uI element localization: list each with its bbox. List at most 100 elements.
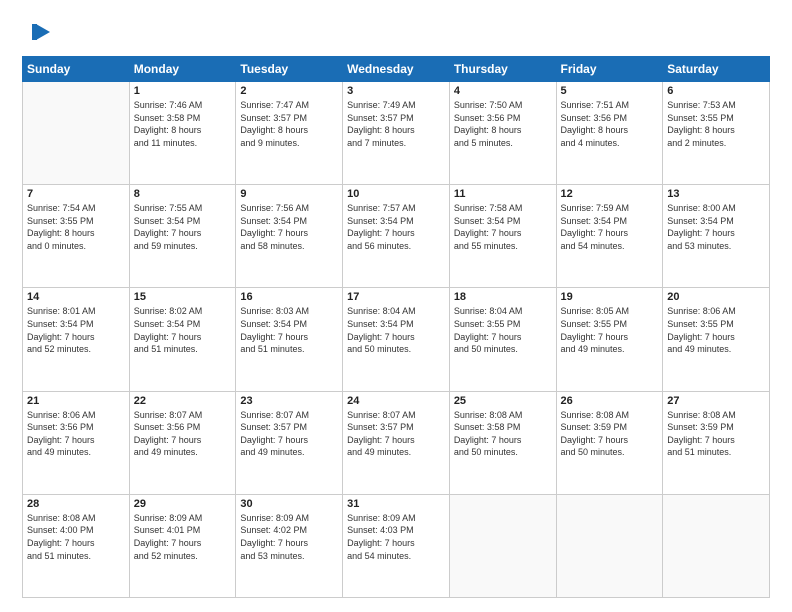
calendar-cell: 4 Sunrise: 7:50 AM Sunset: 3:56 PM Daylig… [449,82,556,185]
calendar-table: SundayMondayTuesdayWednesdayThursdayFrid… [22,56,770,598]
weekday-header-wednesday: Wednesday [343,57,450,82]
day-number: 24 [347,395,445,407]
day-number: 12 [561,188,659,200]
calendar-cell: 19Sunrise: 8:05 AM Sunset: 3:55 PM Dayli… [556,288,663,391]
weekday-header-sunday: Sunday [23,57,130,82]
calendar-cell: 28 Sunrise: 8:08 AM Sunset: 4:00 PM Dayli… [23,494,130,597]
calendar-cell: 12 Sunrise: 7:59 AM Sunset: 3:54 PM Dayli… [556,185,663,288]
day-number: 1 [134,85,232,97]
day-info: Sunrise: 8:05 AM Sunset: 3:55 PM Dayligh… [561,305,659,355]
day-info: Sunrise: 8:02 AM Sunset: 3:54 PM Dayligh… [134,305,232,355]
day-info: Sunrise: 7:59 AM Sunset: 3:54 PM Dayligh… [561,202,659,252]
day-info: Sunrise: 7:51 AM Sunset: 3:56 PM Dayligh… [561,99,659,149]
calendar-cell: 15 Sunrise: 8:02 AM Sunset: 3:54 PM Dayli… [129,288,236,391]
day-number: 4 [454,85,552,97]
day-info: Sunrise: 7:50 AM Sunset: 3:56 PM Dayligh… [454,99,552,149]
day-info: Sunrise: 8:09 AM Sunset: 4:02 PM Dayligh… [240,512,338,562]
calendar-cell: 29 Sunrise: 8:09 AM Sunset: 4:01 PM Dayli… [129,494,236,597]
day-number: 28 [27,498,125,510]
day-info: Sunrise: 8:00 AM Sunset: 3:54 PM Dayligh… [667,202,765,252]
calendar-cell: 31 Sunrise: 8:09 AM Sunset: 4:03 PM Dayli… [343,494,450,597]
day-info: Sunrise: 8:07 AM Sunset: 3:56 PM Dayligh… [134,409,232,459]
calendar-cell: 21 Sunrise: 8:06 AM Sunset: 3:56 PM Dayli… [23,391,130,494]
weekday-row: SundayMondayTuesdayWednesdayThursdayFrid… [23,57,770,82]
day-number: 3 [347,85,445,97]
day-info: Sunrise: 7:58 AM Sunset: 3:54 PM Dayligh… [454,202,552,252]
day-number: 27 [667,395,765,407]
week-row-2: 7Sunrise: 7:54 AM Sunset: 3:55 PM Daylig… [23,185,770,288]
page: SundayMondayTuesdayWednesdayThursdayFrid… [0,0,792,612]
calendar-cell: 17 Sunrise: 8:04 AM Sunset: 3:54 PM Dayli… [343,288,450,391]
calendar-cell: 23 Sunrise: 8:07 AM Sunset: 3:57 PM Dayli… [236,391,343,494]
calendar-cell: 2 Sunrise: 7:47 AM Sunset: 3:57 PM Daylig… [236,82,343,185]
calendar-cell [663,494,770,597]
day-number: 9 [240,188,338,200]
header [22,18,770,46]
day-info: Sunrise: 8:08 AM Sunset: 3:59 PM Dayligh… [561,409,659,459]
weekday-header-saturday: Saturday [663,57,770,82]
calendar-cell: 5 Sunrise: 7:51 AM Sunset: 3:56 PM Daylig… [556,82,663,185]
calendar-cell: 30 Sunrise: 8:09 AM Sunset: 4:02 PM Dayli… [236,494,343,597]
day-number: 30 [240,498,338,510]
day-info: Sunrise: 8:04 AM Sunset: 3:55 PM Dayligh… [454,305,552,355]
day-info: Sunrise: 7:56 AM Sunset: 3:54 PM Dayligh… [240,202,338,252]
day-info: Sunrise: 7:53 AM Sunset: 3:55 PM Dayligh… [667,99,765,149]
day-number: 31 [347,498,445,510]
calendar-cell: 3Sunrise: 7:49 AM Sunset: 3:57 PM Daylig… [343,82,450,185]
day-info: Sunrise: 8:06 AM Sunset: 3:56 PM Dayligh… [27,409,125,459]
calendar-cell: 16 Sunrise: 8:03 AM Sunset: 3:54 PM Dayli… [236,288,343,391]
day-info: Sunrise: 8:08 AM Sunset: 4:00 PM Dayligh… [27,512,125,562]
calendar-cell: 10Sunrise: 7:57 AM Sunset: 3:54 PM Dayli… [343,185,450,288]
day-info: Sunrise: 8:03 AM Sunset: 3:54 PM Dayligh… [240,305,338,355]
calendar-cell: 26 Sunrise: 8:08 AM Sunset: 3:59 PM Dayli… [556,391,663,494]
day-info: Sunrise: 8:08 AM Sunset: 3:59 PM Dayligh… [667,409,765,459]
calendar-cell: 1 Sunrise: 7:46 AM Sunset: 3:58 PM Daylig… [129,82,236,185]
day-number: 20 [667,291,765,303]
day-number: 14 [27,291,125,303]
day-number: 8 [134,188,232,200]
calendar-cell [449,494,556,597]
calendar-cell: 25Sunrise: 8:08 AM Sunset: 3:58 PM Dayli… [449,391,556,494]
calendar-cell [23,82,130,185]
day-number: 6 [667,85,765,97]
day-info: Sunrise: 8:09 AM Sunset: 4:03 PM Dayligh… [347,512,445,562]
day-number: 18 [454,291,552,303]
calendar-cell: 18 Sunrise: 8:04 AM Sunset: 3:55 PM Dayli… [449,288,556,391]
day-number: 16 [240,291,338,303]
day-info: Sunrise: 8:01 AM Sunset: 3:54 PM Dayligh… [27,305,125,355]
calendar-cell: 8Sunrise: 7:55 AM Sunset: 3:54 PM Daylig… [129,185,236,288]
calendar-cell: 24 Sunrise: 8:07 AM Sunset: 3:57 PM Dayli… [343,391,450,494]
day-number: 26 [561,395,659,407]
day-number: 2 [240,85,338,97]
calendar-cell: 13Sunrise: 8:00 AM Sunset: 3:54 PM Dayli… [663,185,770,288]
day-number: 29 [134,498,232,510]
day-number: 11 [454,188,552,200]
calendar-cell: 6 Sunrise: 7:53 AM Sunset: 3:55 PM Daylig… [663,82,770,185]
week-row-1: 1 Sunrise: 7:46 AM Sunset: 3:58 PM Daylig… [23,82,770,185]
day-info: Sunrise: 8:06 AM Sunset: 3:55 PM Dayligh… [667,305,765,355]
calendar-body: 1 Sunrise: 7:46 AM Sunset: 3:58 PM Daylig… [23,82,770,598]
calendar-cell: 22Sunrise: 8:07 AM Sunset: 3:56 PM Dayli… [129,391,236,494]
week-row-4: 21 Sunrise: 8:06 AM Sunset: 3:56 PM Dayli… [23,391,770,494]
day-number: 17 [347,291,445,303]
day-info: Sunrise: 8:09 AM Sunset: 4:01 PM Dayligh… [134,512,232,562]
day-number: 5 [561,85,659,97]
calendar-cell: 27 Sunrise: 8:08 AM Sunset: 3:59 PM Dayli… [663,391,770,494]
logo-icon [26,18,54,46]
calendar-cell: 7Sunrise: 7:54 AM Sunset: 3:55 PM Daylig… [23,185,130,288]
day-number: 15 [134,291,232,303]
weekday-header-monday: Monday [129,57,236,82]
week-row-5: 28 Sunrise: 8:08 AM Sunset: 4:00 PM Dayli… [23,494,770,597]
day-info: Sunrise: 7:57 AM Sunset: 3:54 PM Dayligh… [347,202,445,252]
day-info: Sunrise: 8:07 AM Sunset: 3:57 PM Dayligh… [347,409,445,459]
day-number: 21 [27,395,125,407]
calendar-cell: 11 Sunrise: 7:58 AM Sunset: 3:54 PM Dayli… [449,185,556,288]
day-number: 23 [240,395,338,407]
day-info: Sunrise: 7:46 AM Sunset: 3:58 PM Dayligh… [134,99,232,149]
day-info: Sunrise: 8:08 AM Sunset: 3:58 PM Dayligh… [454,409,552,459]
day-info: Sunrise: 8:04 AM Sunset: 3:54 PM Dayligh… [347,305,445,355]
calendar-header: SundayMondayTuesdayWednesdayThursdayFrid… [23,57,770,82]
day-info: Sunrise: 8:07 AM Sunset: 3:57 PM Dayligh… [240,409,338,459]
day-info: Sunrise: 7:54 AM Sunset: 3:55 PM Dayligh… [27,202,125,252]
day-info: Sunrise: 7:47 AM Sunset: 3:57 PM Dayligh… [240,99,338,149]
